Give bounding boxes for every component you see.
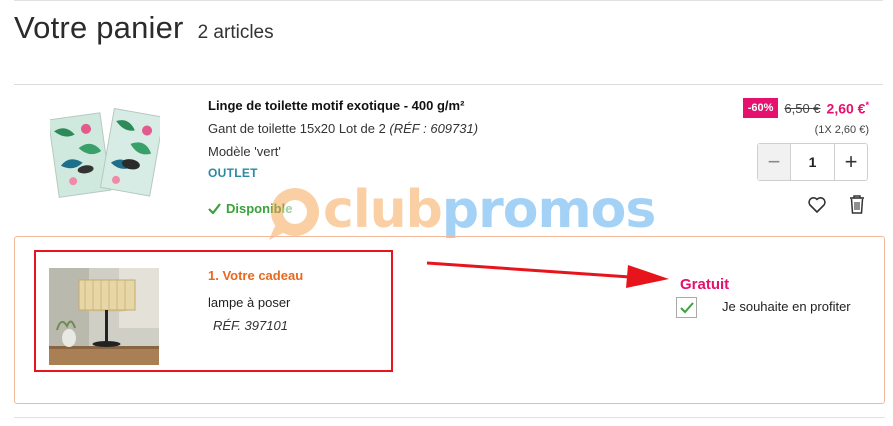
product-model: Modèle 'vert'	[208, 144, 281, 159]
stock-status: Disponible	[208, 201, 628, 216]
top-divider	[14, 0, 883, 1]
discount-badge: -60%	[742, 98, 779, 118]
header-divider	[14, 84, 883, 85]
price-block: -60% 6,50 € 2,60 €* (1X 2,60 €)	[742, 98, 869, 136]
price-row: -60% 6,50 € 2,60 €*	[742, 98, 869, 118]
gift-opt-in-label[interactable]: Je souhaite en profiter	[722, 299, 851, 314]
quantity-stepper: − 1 +	[757, 143, 868, 181]
page-title: Votre panier	[14, 10, 184, 45]
gift-info: 1. Votre cadeau lampe à poser RÉF. 39710…	[208, 268, 303, 333]
new-price: 2,60 €*	[827, 100, 869, 117]
gift-opt-in-checkbox[interactable]	[676, 297, 697, 318]
increase-quantity-button[interactable]: +	[834, 144, 867, 180]
free-label: Gratuit	[680, 276, 730, 293]
trash-icon[interactable]	[848, 194, 866, 215]
product-desc-main: Gant de toilette 15x20 Lot de 2	[208, 121, 390, 136]
unit-price: (1X 2,60 €)	[814, 124, 869, 136]
bottom-divider	[14, 417, 885, 418]
gift-name: lampe à poser	[208, 295, 291, 310]
old-price: 6,50 €	[784, 100, 821, 116]
new-price-value: 2,60 €	[826, 100, 866, 117]
stock-label: Disponible	[226, 201, 293, 216]
decrease-quantity-button[interactable]: −	[758, 144, 791, 180]
heart-icon[interactable]	[807, 195, 827, 215]
outlet-badge: OUTLET	[208, 166, 258, 180]
item-count: 2 articles	[197, 22, 274, 43]
checkmark-icon	[679, 301, 694, 313]
annotation-arrow-icon	[426, 261, 669, 288]
quantity-value[interactable]: 1	[791, 144, 834, 180]
gift-title: 1. Votre cadeau	[208, 268, 304, 283]
cart-header: Votre panier 2 articles	[14, 10, 274, 46]
product-name[interactable]: Linge de toilette motif exotique - 400 g…	[208, 98, 628, 114]
gift-image[interactable]	[49, 268, 159, 365]
price-asterisk: *	[865, 99, 869, 110]
gift-ref: RÉF. 397101	[213, 318, 288, 333]
product-ref: (RÉF : 609731)	[389, 121, 479, 136]
product-image[interactable]	[50, 108, 160, 204]
check-icon	[208, 203, 221, 214]
product-description: Gant de toilette 15x20 Lot de 2 (RÉF : 6…	[208, 121, 628, 137]
product-info: Linge de toilette motif exotique - 400 g…	[208, 98, 628, 216]
